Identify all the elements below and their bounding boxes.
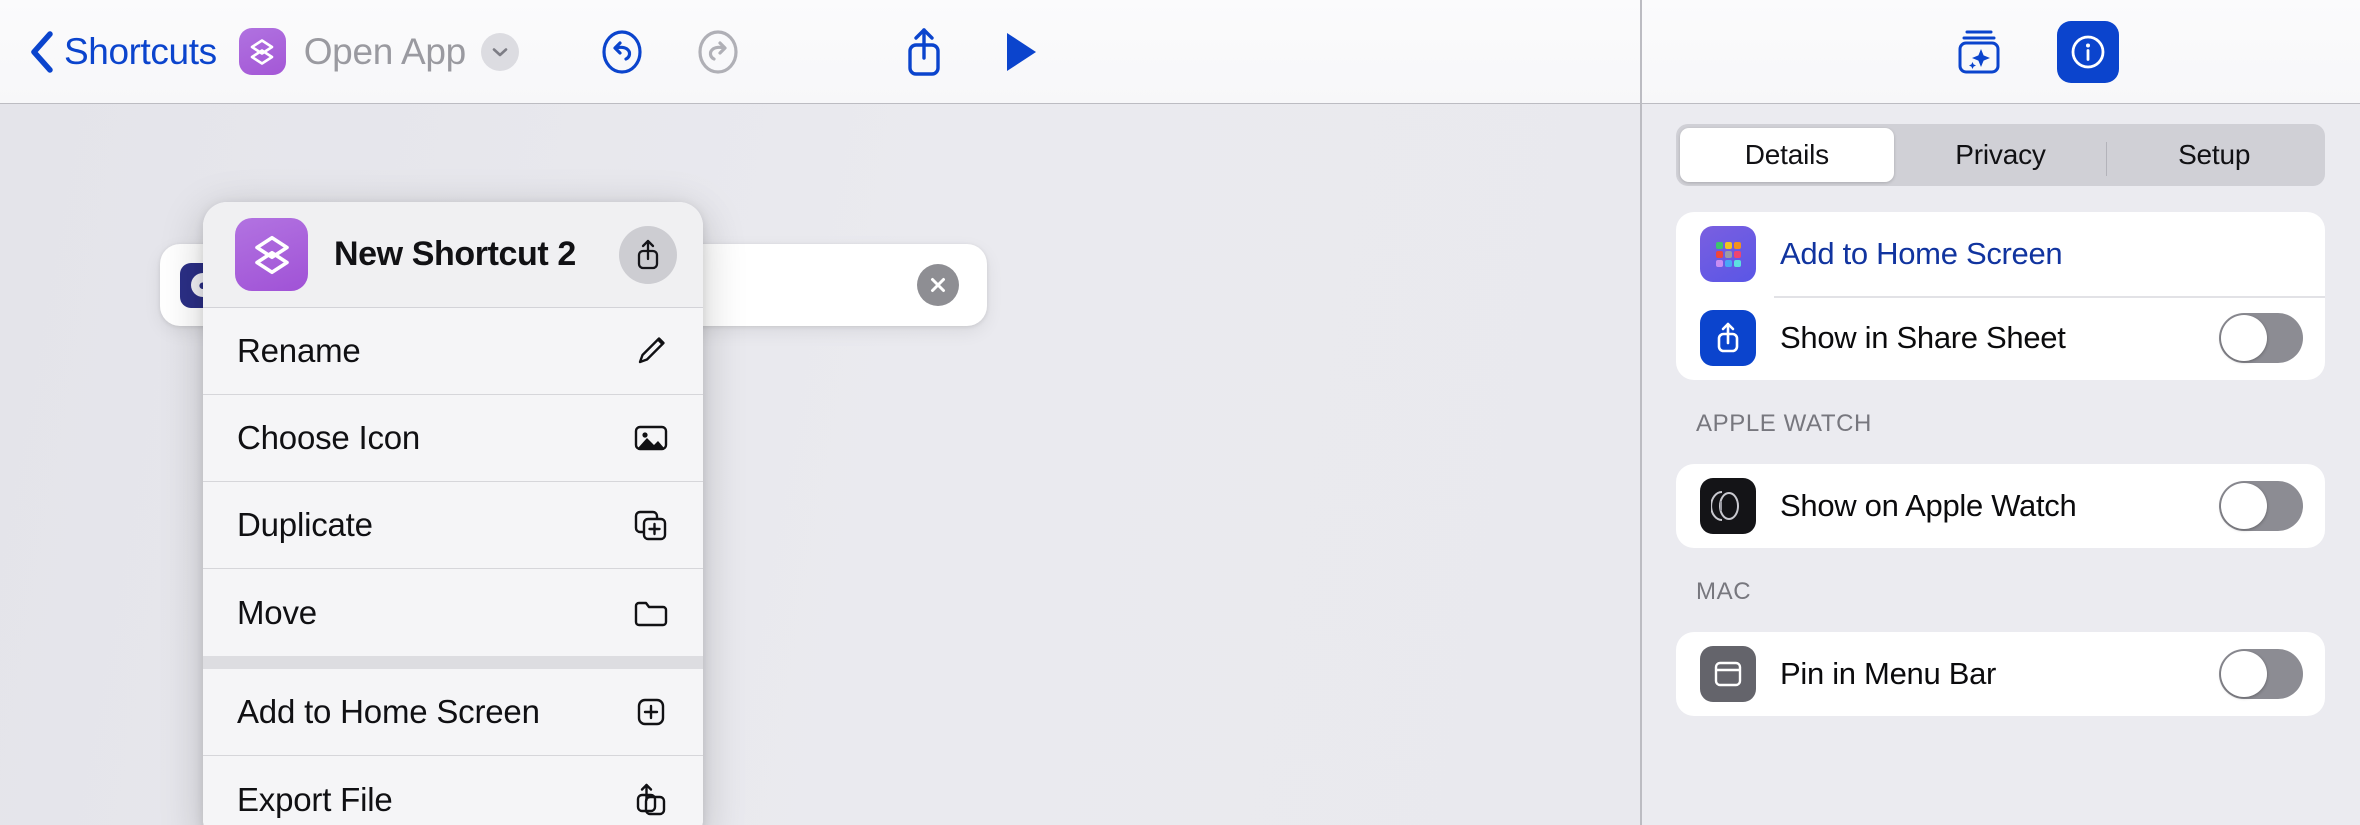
toggle-pin-in-menu-bar[interactable] [2219,649,2303,699]
menu-item-export-file[interactable]: Export File [203,756,703,825]
toggle-show-in-share-sheet[interactable] [2219,313,2303,363]
share-icon [907,27,940,76]
panel-divider [1640,0,1642,825]
context-menu-header: New Shortcut 2 [203,202,703,308]
top-toolbar: Shortcuts Open App [0,0,2360,104]
context-menu-group-2: Add to Home Screen Export File [203,669,703,825]
section-label-mac: MAC [1696,578,1752,605]
export-icon [629,778,673,822]
shortcuts-glyph-icon [254,235,289,274]
home-screen-grid-icon [1700,226,1756,282]
play-button[interactable] [972,17,1068,87]
menu-item-duplicate[interactable]: Duplicate [203,482,703,569]
duplicate-icon [629,503,673,547]
inspector-section-apple-watch: Show on Apple Watch [1676,464,2325,548]
context-menu-title: New Shortcut 2 [334,235,576,273]
folder-icon [629,591,673,635]
row-label: Show in Share Sheet [1780,320,2066,355]
pencil-icon [629,329,673,373]
action-close-button[interactable] [917,264,959,306]
menu-item-label: Duplicate [237,506,373,543]
menu-bar-icon [1700,646,1756,702]
share-button[interactable] [876,17,972,87]
undo-button[interactable] [574,17,670,87]
toggle-knob [2221,651,2267,697]
redo-button[interactable] [670,17,766,87]
menu-item-label: Rename [237,332,361,369]
redo-icon [697,29,738,74]
menu-item-label: Choose Icon [237,419,421,456]
section-label-apple-watch: APPLE WATCH [1696,410,1872,437]
editor-canvas: ● · Dog Simulator [0,104,1641,825]
inspector-section-general: Add to Home Screen Show in Share Sheet [1676,212,2325,380]
share-icon [1700,310,1756,366]
inspector-section-mac: Pin in Menu Bar [1676,632,2325,716]
row-label: Add to Home Screen [1780,236,2063,271]
toggle-show-on-apple-watch[interactable] [2219,481,2303,531]
context-menu-share-button[interactable] [619,225,677,284]
plus-square-icon [629,690,673,734]
tab-setup[interactable]: Setup [2107,128,2321,182]
tab-privacy[interactable]: Privacy [1894,128,2108,182]
info-icon [2071,35,2105,68]
menu-item-move[interactable]: Move [203,569,703,656]
tab-label: Setup [2178,139,2251,170]
close-icon [931,278,945,292]
undo-icon [601,29,642,74]
row-label: Pin in Menu Bar [1780,656,1997,691]
info-button[interactable] [2057,20,2119,83]
inspector-tabs: Details Privacy Setup [1676,124,2325,186]
shortcut-library-button[interactable] [1931,17,2027,87]
row-pin-in-menu-bar[interactable]: Pin in Menu Bar [1676,632,2325,716]
context-menu-separator [203,656,703,669]
toolbar-right-group [1641,0,2360,103]
row-show-on-apple-watch[interactable]: Show on Apple Watch [1676,464,2325,548]
menu-item-label: Add to Home Screen [237,693,540,730]
menu-item-label: Export File [237,780,393,818]
play-icon [1006,32,1036,71]
toggle-knob [2221,483,2267,529]
shortcut-library-icon [1958,30,2000,73]
menu-item-choose-icon[interactable]: Choose Icon [203,395,703,482]
share-icon [637,239,659,269]
toggle-knob [2221,315,2267,361]
row-add-to-home-screen[interactable]: Add to Home Screen [1676,212,2325,296]
inspector-panel: Details Privacy Setup Add to Home Screen… [1641,104,2360,825]
row-label: Show on Apple Watch [1780,488,2077,523]
photo-icon [629,416,673,460]
tab-label: Details [1744,139,1829,170]
row-show-in-share-sheet[interactable]: Show in Share Sheet [1676,296,2325,380]
shortcut-context-menu: New Shortcut 2 Rename Choose Icon Duplic… [203,202,703,825]
menu-item-label: Move [237,593,317,631]
tab-details[interactable]: Details [1680,128,1894,182]
shortcuts-app-icon [235,218,308,291]
menu-item-add-to-home-screen[interactable]: Add to Home Screen [203,669,703,756]
tab-label: Privacy [1955,139,2046,170]
context-menu-group-1: Rename Choose Icon Duplicate Move [203,308,703,656]
menu-item-rename[interactable]: Rename [203,308,703,395]
apple-watch-icon [1700,478,1756,534]
toolbar-center-group [0,0,1641,103]
